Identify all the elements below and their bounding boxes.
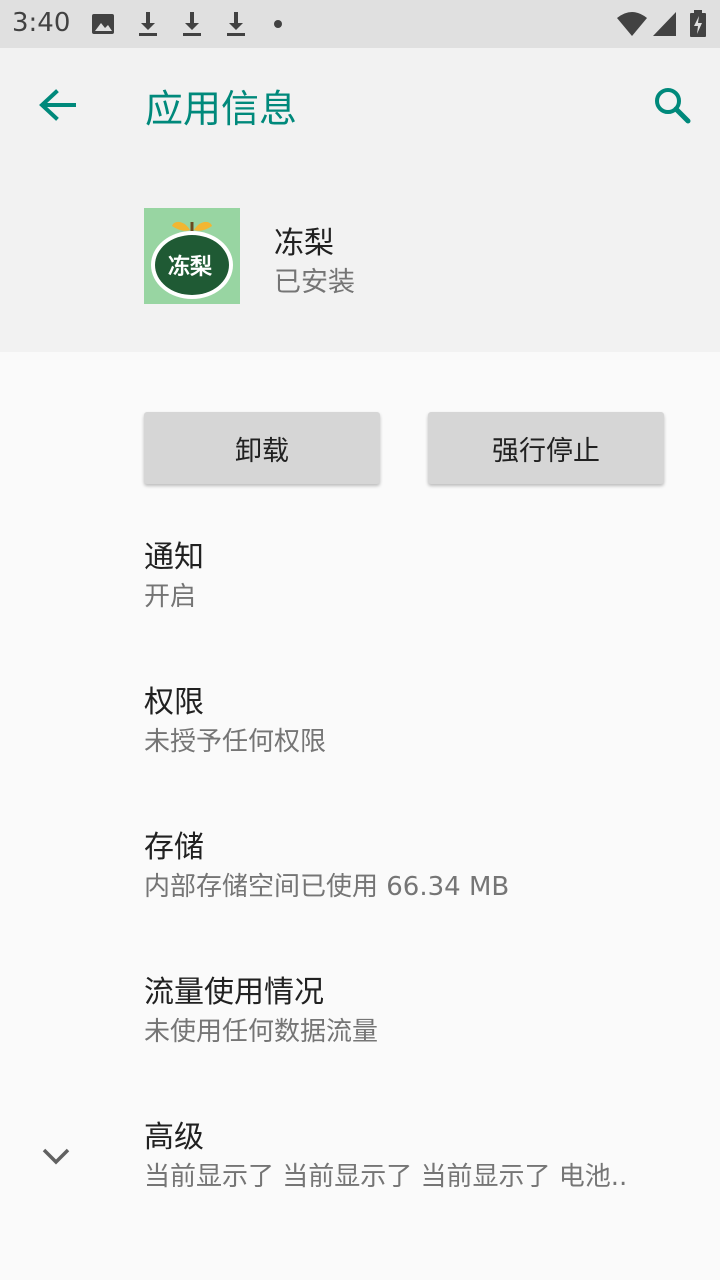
storage-item[interactable]: 存储 内部存储空间已使用 66.34 MB [144,828,684,906]
status-bar: 3:40 [0,0,720,48]
item-title: 流量使用情况 [144,975,324,1010]
app-icon: 冻梨 [144,208,240,304]
cell-signal-icon [653,12,676,36]
advanced-item[interactable]: 高级 当前显示了 当前显示了 当前显示了 电池.. [144,1118,684,1196]
data-usage-item[interactable]: 流量使用情况 未使用任何数据流量 [144,973,684,1051]
force-stop-button[interactable]: 强行停止 [428,412,664,484]
battery-charging-icon [690,10,706,37]
arrow-back-icon [39,89,76,121]
search-icon [655,88,691,124]
more-notifications-dot-icon [274,20,282,28]
status-time: 3:40 [12,8,71,38]
logo-text: 冻梨 [168,254,212,280]
image-notification-icon [92,14,114,34]
item-summary: 未授予任何权限 [144,727,327,757]
frozen-pear-logo-icon: 冻梨 [144,208,240,304]
download-notification-icon [139,12,157,36]
item-summary: 内部存储空间已使用 66.34 MB [144,872,510,902]
wifi-icon [617,12,647,36]
item-title: 通知 [144,540,204,575]
app-name: 冻梨 [274,226,334,261]
notifications-item[interactable]: 通知 开启 [144,538,684,616]
item-summary: 当前显示了 当前显示了 当前显示了 电池.. [144,1162,628,1192]
chevron-down-icon[interactable] [38,1142,74,1170]
item-summary: 开启 [144,582,197,612]
app-header: 冻梨 冻梨 已安装 [0,160,720,352]
back-button[interactable] [24,76,88,132]
permissions-item[interactable]: 权限 未授予任何权限 [144,683,684,761]
search-button[interactable] [640,76,704,132]
item-title: 权限 [144,685,204,720]
download-notification-icon [227,12,245,36]
item-title: 存储 [144,830,204,865]
app-bar: 应用信息 [0,48,720,160]
item-summary: 未使用任何数据流量 [144,1017,379,1047]
page-title: 应用信息 [145,87,298,131]
uninstall-button[interactable]: 卸载 [144,412,380,484]
app-install-status: 已安装 [274,267,355,298]
item-title: 高级 [144,1120,204,1155]
download-notification-icon [183,12,201,36]
